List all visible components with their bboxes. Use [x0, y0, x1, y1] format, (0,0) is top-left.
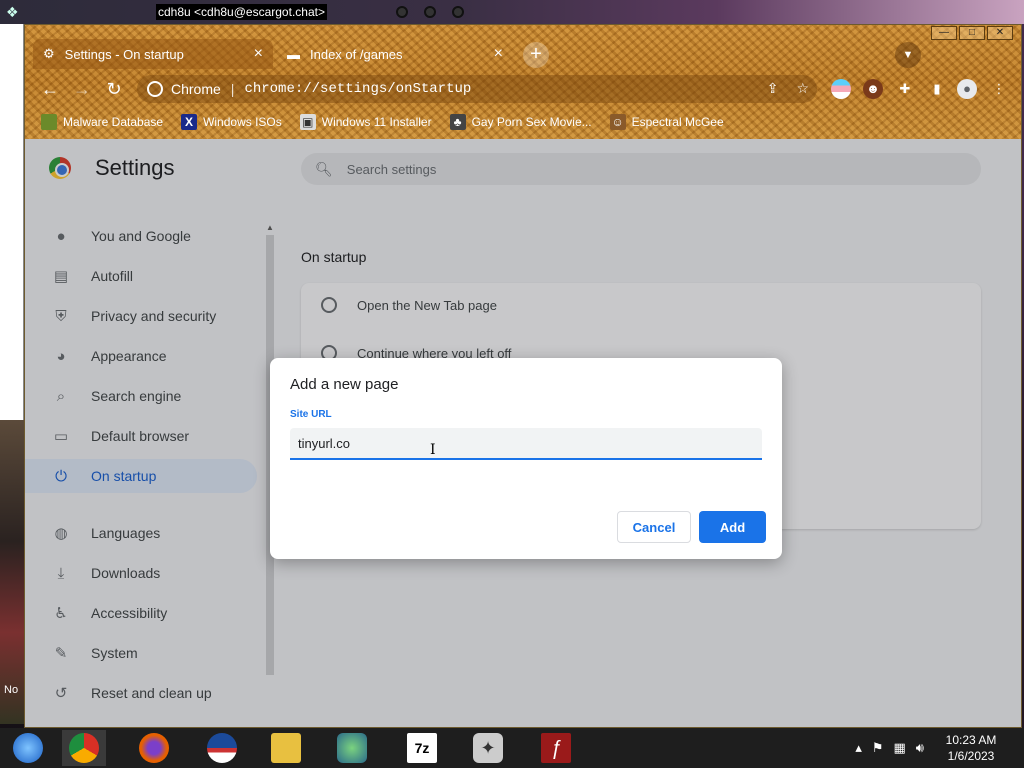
start-orb-icon: [13, 733, 43, 763]
desktop-wallpaper: [0, 420, 24, 724]
taskbar-flash[interactable]: ƒ: [534, 730, 578, 766]
reload-icon[interactable]: ↻: [101, 76, 127, 102]
site-url-input[interactable]: tinyurl.co: [290, 428, 762, 460]
dialog-title: Add a new page: [290, 376, 399, 393]
taskbar-game-controller[interactable]: ✦: [466, 730, 510, 766]
add-page-dialog: Add a new page Site URL tinyurl.co I Can…: [270, 358, 782, 559]
avatar-icon: ☺: [609, 114, 626, 130]
gear-icon: ⚙: [43, 46, 55, 61]
bookmark-label: Espectral McGee: [631, 115, 724, 129]
profile-extension-icon[interactable]: ☻: [863, 79, 883, 99]
start-button[interactable]: [6, 730, 50, 766]
x-icon: X: [181, 114, 198, 130]
taskbar-chrome[interactable]: [62, 730, 106, 766]
taskbar-obama-app[interactable]: [200, 730, 244, 766]
flag-extension-icon[interactable]: [831, 79, 851, 99]
tab-games-index[interactable]: ▬ Index of /games ×: [277, 39, 513, 69]
bookmark-windows-isos[interactable]: X Windows ISOs: [181, 114, 282, 130]
bookmarks-bar: Malware Database X Windows ISOs ▣ Window…: [25, 109, 1021, 135]
bookmark-label: Windows ISOs: [203, 115, 282, 129]
obama-logo-icon: [207, 733, 237, 763]
gamepad-icon: ✦: [473, 733, 503, 763]
cancel-button[interactable]: Cancel: [617, 511, 691, 543]
bookmark-malware-database[interactable]: Malware Database: [41, 114, 163, 130]
background-window-titlebar: ❖ cdh8u <cdh8u@escargot.chat>: [0, 0, 1024, 24]
bookmark-movie[interactable]: ♣ Gay Porn Sex Movie...: [449, 114, 592, 130]
url-text[interactable]: chrome://settings/onStartup: [244, 81, 471, 97]
bookmark-espectral-mcgee[interactable]: ☺ Espectral McGee: [609, 114, 724, 130]
minimize-button[interactable]: —: [931, 26, 957, 40]
browser-toolbar: ← → ↻ Chrome | chrome://settings/onStart…: [25, 73, 1021, 105]
taskbar-network[interactable]: [330, 730, 374, 766]
close-tab-icon[interactable]: ×: [254, 46, 263, 62]
clock-date: 1/6/2023: [947, 749, 995, 763]
app-icon: ❖: [6, 4, 19, 20]
side-panel-icon[interactable]: ▮: [927, 79, 947, 99]
add-button[interactable]: Add: [699, 511, 766, 543]
background-window: No: [0, 24, 24, 724]
taskbar-firefox[interactable]: [132, 730, 176, 766]
network-icon[interactable]: ▦: [894, 740, 906, 756]
site-name: Chrome: [171, 81, 221, 97]
tab-title: Settings - On startup: [64, 46, 184, 62]
taskbar-7zip[interactable]: 7z: [400, 730, 444, 766]
site-url-value: tinyurl.co: [298, 435, 351, 451]
account-avatar-icon[interactable]: ●: [957, 79, 977, 99]
background-window-title[interactable]: cdh8u <cdh8u@escargot.chat>: [156, 4, 327, 20]
taskbar: 7z ✦ ƒ ▴ ⚑ ▦ 🔊︎ 10:23 AM 1/6/2023: [0, 728, 1024, 768]
forward-arrow-icon[interactable]: →: [69, 76, 95, 102]
image-icon: ▣: [299, 114, 316, 130]
action-center-flag-icon[interactable]: ⚑: [872, 740, 884, 756]
menu-dots-icon[interactable]: ⋮: [989, 79, 1009, 99]
close-window-button[interactable]: ✕: [987, 26, 1013, 40]
browser-window: — □ ✕ ⚙ Settings - On startup × ▬ Index …: [24, 24, 1022, 728]
taskbar-clock[interactable]: 10:23 AM 1/6/2023: [936, 732, 1006, 764]
firefox-icon: [139, 733, 169, 763]
new-tab-button[interactable]: +: [523, 42, 549, 68]
bookmark-label: Windows 11 Installer: [321, 115, 432, 129]
bookmark-label: Malware Database: [63, 115, 164, 129]
chrome-site-icon: [147, 81, 163, 97]
window-button-icon[interactable]: [424, 6, 436, 18]
back-arrow-icon[interactable]: ←: [37, 76, 63, 102]
clock-time: 10:23 AM: [945, 733, 997, 747]
bookmark-icon: [41, 114, 57, 130]
taskbar-file-explorer[interactable]: [264, 730, 308, 766]
address-bar[interactable]: Chrome | chrome://settings/onStartup ⇪ ☆: [137, 75, 817, 103]
show-hidden-icons-icon[interactable]: ▴: [855, 740, 862, 756]
settings-page: Settings 🔍︎ Search settings ● You and Go…: [25, 139, 1021, 727]
chrome-icon: [69, 733, 99, 763]
bookmark-star-icon[interactable]: ☆: [796, 80, 809, 97]
network-people-icon: [337, 733, 367, 763]
tab-search-button[interactable]: ▼: [895, 42, 921, 68]
background-text: No: [4, 684, 19, 696]
bookmark-label: Gay Porn Sex Movie...: [471, 115, 592, 129]
text-cursor-icon: I: [430, 442, 436, 458]
omnibox-separator: |: [230, 81, 235, 97]
volume-icon[interactable]: 🔊︎: [916, 740, 924, 756]
site-url-label: Site URL: [290, 409, 332, 420]
extensions-puzzle-icon[interactable]: ✚: [895, 79, 915, 99]
maximize-button[interactable]: □: [959, 26, 985, 40]
flash-icon: ƒ: [541, 733, 571, 763]
close-tab-icon[interactable]: ×: [494, 46, 503, 62]
tab-settings[interactable]: ⚙ Settings - On startup ×: [33, 39, 273, 69]
bookmark-icon: ♣: [449, 114, 466, 130]
system-tray: ▴ ⚑ ▦ 🔊︎: [855, 740, 924, 756]
file-explorer-icon: [271, 733, 301, 763]
folder-icon: ▬: [287, 46, 300, 62]
window-button-icon[interactable]: [396, 6, 408, 18]
share-icon[interactable]: ⇪: [767, 80, 779, 97]
window-button-icon[interactable]: [452, 6, 464, 18]
browser-frame: — □ ✕ ⚙ Settings - On startup × ▬ Index …: [25, 25, 1021, 139]
7zip-icon: 7z: [407, 733, 437, 763]
bookmark-windows-11-installer[interactable]: ▣ Windows 11 Installer: [299, 114, 432, 130]
tab-title: Index of /games: [310, 46, 403, 62]
